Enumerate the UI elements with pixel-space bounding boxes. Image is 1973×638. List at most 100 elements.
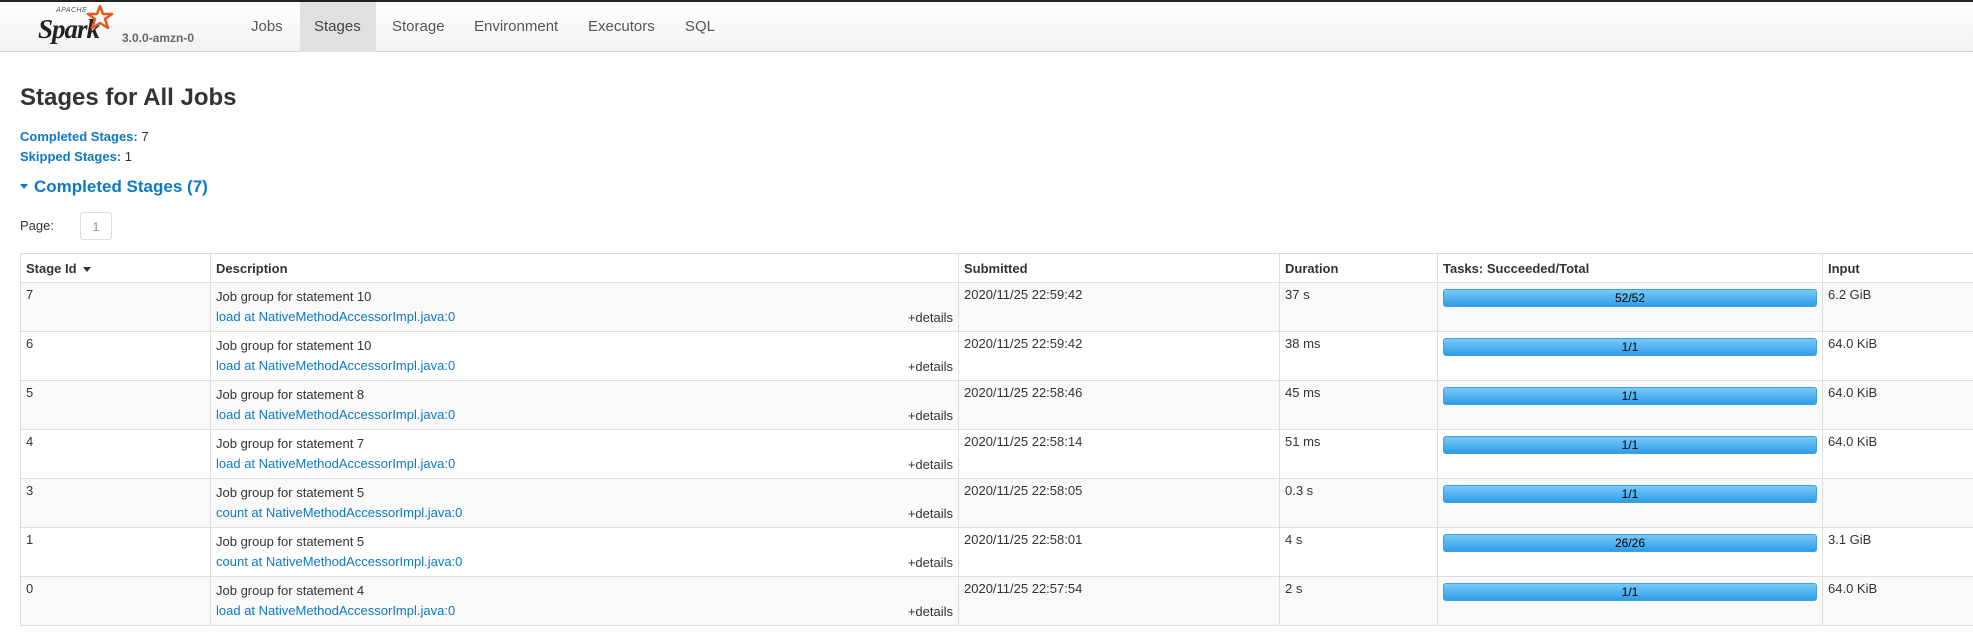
stage-detail-link[interactable]: load at NativeMethodAccessorImpl.java:0 — [216, 456, 953, 471]
stage-detail-link[interactable]: load at NativeMethodAccessorImpl.java:0 — [216, 309, 953, 324]
submitted-cell: 2020/11/25 22:58:01 — [958, 527, 1280, 577]
tasks-progress-text: 1/1 — [1621, 487, 1639, 501]
duration-cell: 37 s — [1279, 282, 1438, 332]
description-cell: Job group for statement 4 load at NativeM… — [210, 576, 959, 626]
tasks-progress-bar: 1/1 — [1443, 436, 1817, 454]
submitted-cell: 2020/11/25 22:58:05 — [958, 478, 1280, 528]
submitted-cell: 2020/11/25 22:59:42 — [958, 331, 1280, 381]
input-cell: 6.2 GiB — [1822, 282, 1973, 332]
tasks-progress-bar: 1/1 — [1443, 583, 1817, 601]
tasks-progress-text: 1/1 — [1621, 340, 1639, 354]
table-row: 4 Job group for statement 7 load at Native… — [20, 429, 1973, 479]
details-toggle[interactable]: +details — [908, 310, 953, 325]
details-toggle[interactable]: +details — [908, 506, 953, 521]
submitted-cell: 2020/11/25 22:57:54 — [958, 576, 1280, 626]
stage-detail-link[interactable]: load at NativeMethodAccessorImpl.java:0 — [216, 407, 953, 422]
tasks-progress-text: 26/26 — [1614, 536, 1646, 550]
spark-star-icon — [86, 4, 114, 30]
details-toggle[interactable]: +details — [908, 604, 953, 619]
tasks-cell: 1/1 — [1437, 576, 1823, 626]
description-cell: Job group for statement 8 load at NativeM… — [210, 380, 959, 430]
stage-detail-link[interactable]: count at NativeMethodAccessorImpl.java:0 — [216, 505, 953, 520]
details-toggle[interactable]: +details — [908, 457, 953, 472]
tasks-cell: 1/1 — [1437, 478, 1823, 528]
job-group-text: Job group for statement 10 — [216, 338, 372, 353]
input-cell: 3.1 GiB — [1822, 527, 1973, 577]
details-toggle[interactable]: +details — [908, 408, 953, 423]
sort-desc-icon — [82, 266, 91, 272]
nav-sql[interactable]: SQL — [671, 2, 729, 52]
header-description[interactable]: Description — [210, 253, 959, 283]
input-cell: 64.0 KiB — [1822, 331, 1973, 381]
nav-environment[interactable]: Environment — [460, 2, 572, 52]
tasks-cell: 1/1 — [1437, 331, 1823, 381]
stage-detail-link[interactable]: load at NativeMethodAccessorImpl.java:0 — [216, 603, 953, 618]
skipped-stages-summary: Skipped Stages: 1 — [20, 149, 132, 164]
header-stage-id[interactable]: Stage Id — [20, 253, 211, 283]
table-row: 5 Job group for statement 8 load at Native… — [20, 380, 1973, 430]
duration-cell: 2 s — [1279, 576, 1438, 626]
tasks-cell: 1/1 — [1437, 380, 1823, 430]
description-cell: Job group for statement 5 count at Native… — [210, 478, 959, 528]
details-toggle[interactable]: +details — [908, 555, 953, 570]
tasks-progress-text: 1/1 — [1621, 438, 1639, 452]
input-cell: 64.0 KiB — [1822, 380, 1973, 430]
spark-logo[interactable]: APACHE Spark 3.0.0-amzn-0 — [38, 4, 208, 50]
duration-cell: 51 ms — [1279, 429, 1438, 479]
description-cell: Job group for statement 10 load at Native… — [210, 282, 959, 332]
nav-stages[interactable]: Stages — [300, 2, 376, 52]
tasks-cell: 1/1 — [1437, 429, 1823, 479]
details-toggle[interactable]: +details — [908, 359, 953, 374]
nav-jobs[interactable]: Jobs — [237, 2, 297, 52]
completed-stages-link[interactable]: Completed Stages: — [20, 129, 138, 144]
stage-id-cell: 6 — [20, 331, 211, 381]
job-group-text: Job group for statement 7 — [216, 436, 365, 451]
stage-id-cell: 7 — [20, 282, 211, 332]
page-title: Stages for All Jobs — [20, 84, 237, 111]
tasks-progress-bar: 52/52 — [1443, 289, 1817, 307]
tasks-progress-text: 1/1 — [1621, 389, 1639, 403]
job-group-text: Job group for statement 8 — [216, 387, 365, 402]
job-group-text: Job group for statement 10 — [216, 289, 372, 304]
input-cell: 64.0 KiB — [1822, 429, 1973, 479]
duration-cell: 38 ms — [1279, 331, 1438, 381]
table-row: 0 Job group for statement 4 load at Native… — [20, 576, 1973, 626]
completed-stages-summary: Completed Stages: 7 — [20, 129, 149, 144]
stage-id-cell: 1 — [20, 527, 211, 577]
skipped-stages-count: 1 — [124, 149, 132, 164]
tasks-progress-bar: 26/26 — [1443, 534, 1817, 552]
stage-detail-link[interactable]: count at NativeMethodAccessorImpl.java:0 — [216, 554, 953, 569]
header-submitted[interactable]: Submitted — [958, 253, 1280, 283]
duration-cell: 4 s — [1279, 527, 1438, 577]
duration-cell: 45 ms — [1279, 380, 1438, 430]
table-row: 7 Job group for statement 10 load at Nativ… — [20, 282, 1973, 332]
nav-storage[interactable]: Storage — [378, 2, 459, 52]
nav-executors[interactable]: Executors — [574, 2, 669, 52]
header-tasks[interactable]: Tasks: Succeeded/Total — [1437, 253, 1823, 283]
page-number-input[interactable]: 1 — [80, 212, 112, 240]
top-navbar: APACHE Spark 3.0.0-amzn-0 Jobs Stages St… — [0, 0, 1973, 52]
skipped-stages-link[interactable]: Skipped Stages: — [20, 149, 121, 164]
tasks-cell: 52/52 — [1437, 282, 1823, 332]
tasks-progress-bar: 1/1 — [1443, 338, 1817, 356]
header-duration[interactable]: Duration — [1279, 253, 1438, 283]
description-cell: Job group for statement 7 load at NativeM… — [210, 429, 959, 479]
submitted-cell: 2020/11/25 22:58:14 — [958, 429, 1280, 479]
tasks-progress-bar: 1/1 — [1443, 387, 1817, 405]
header-input[interactable]: Input — [1822, 253, 1973, 283]
completed-stages-count: 7 — [141, 129, 149, 144]
tasks-progress-text: 52/52 — [1614, 291, 1646, 305]
job-group-text: Job group for statement 5 — [216, 485, 365, 500]
stage-id-cell: 0 — [20, 576, 211, 626]
table-row: 3 Job group for statement 5 count at Nativ… — [20, 478, 1973, 528]
spark-version: 3.0.0-amzn-0 — [122, 31, 195, 45]
apache-logo-text: APACHE — [56, 7, 88, 14]
pagination: Page: 1 — [20, 212, 112, 240]
completed-stages-toggle[interactable]: Completed Stages (7) — [20, 177, 208, 197]
table-row: 6 Job group for statement 10 load at Nativ… — [20, 331, 1973, 381]
tasks-cell: 26/26 — [1437, 527, 1823, 577]
stages-table: Stage Id Description Submitted Duration … — [20, 253, 1973, 626]
duration-cell: 0.3 s — [1279, 478, 1438, 528]
stage-detail-link[interactable]: load at NativeMethodAccessorImpl.java:0 — [216, 358, 953, 373]
description-cell: Job group for statement 10 load at Native… — [210, 331, 959, 381]
